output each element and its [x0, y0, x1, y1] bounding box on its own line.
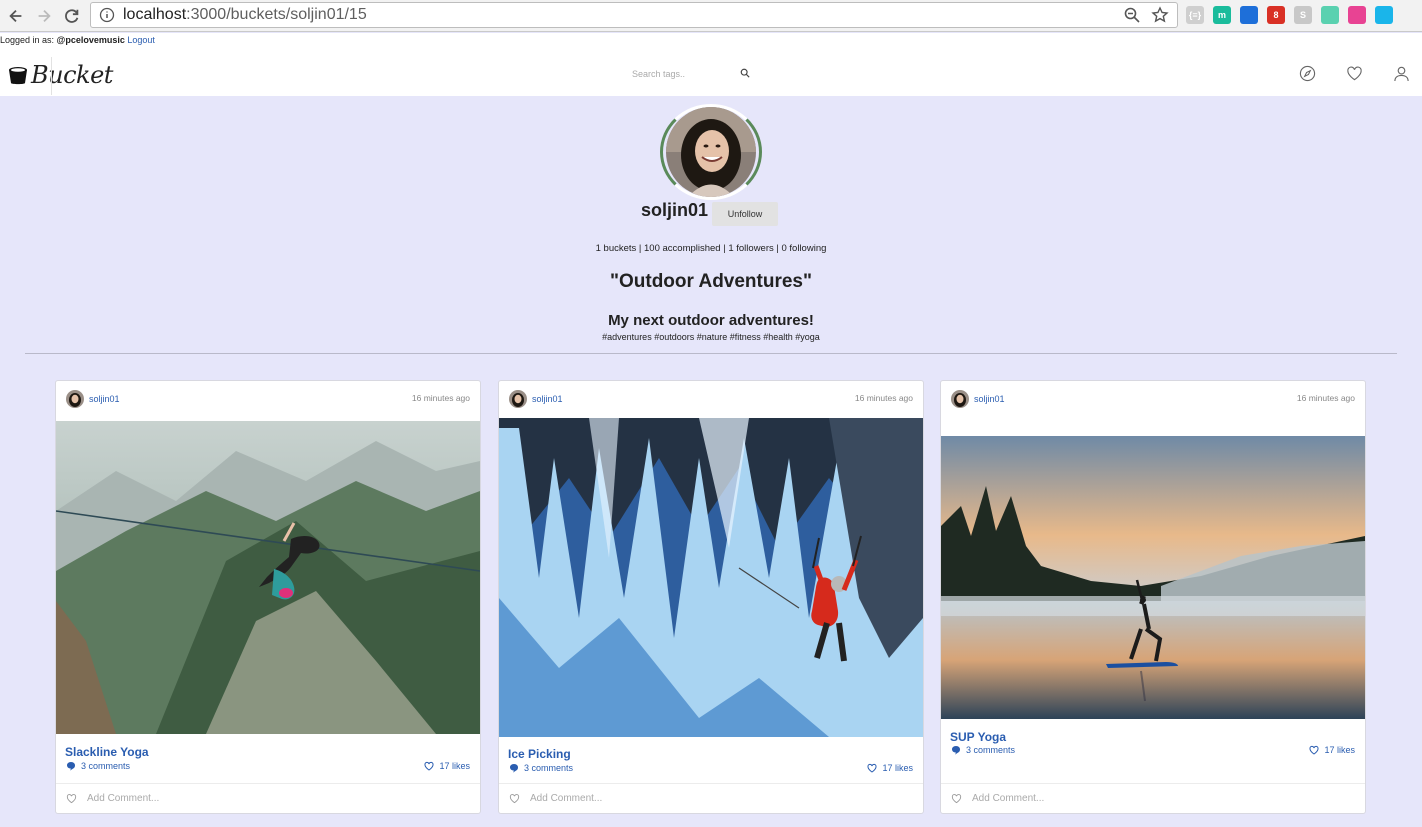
- card-likes[interactable]: 17 likes: [867, 763, 913, 773]
- unfollow-button[interactable]: Unfollow: [712, 202, 778, 226]
- card-user[interactable]: soljin01: [66, 390, 120, 408]
- comment-icon: [510, 764, 518, 773]
- card-timestamp: 16 minutes ago: [411, 393, 470, 403]
- skype-icon[interactable]: S: [1294, 6, 1312, 24]
- card-username: soljin01: [532, 394, 563, 404]
- app-header: Bucket: [0, 47, 1422, 96]
- card-image[interactable]: [499, 418, 923, 737]
- bucket-icon: [9, 67, 27, 85]
- likes-count: 17 likes: [882, 763, 913, 773]
- eyedropper-icon[interactable]: [1375, 6, 1393, 24]
- card-timestamp: 16 minutes ago: [854, 393, 913, 403]
- profile-username: soljin01: [641, 200, 709, 220]
- header-actions: [1299, 65, 1410, 82]
- card-username: soljin01: [974, 394, 1005, 404]
- todoist-icon[interactable]: 8: [1267, 6, 1285, 24]
- section-divider: [25, 353, 1397, 354]
- card-likes[interactable]: 17 likes: [424, 761, 470, 771]
- add-comment-input[interactable]: [530, 793, 910, 804]
- brand-name: Bucket: [31, 61, 113, 89]
- search-input[interactable]: [632, 69, 740, 79]
- brand-logo[interactable]: Bucket: [7, 61, 113, 89]
- avatar[interactable]: [666, 107, 756, 197]
- card-title[interactable]: Slackline Yoga: [65, 745, 149, 759]
- likes-count: 17 likes: [1324, 745, 1355, 755]
- login-status: Logged in as: @pcelovemusic Logout: [0, 33, 1422, 47]
- forward-icon[interactable]: [32, 4, 56, 28]
- like-heart-icon[interactable]: [66, 793, 77, 804]
- bucket-item-card: soljin01 16 minutes ago SUP Yoga 3 comme…: [940, 380, 1366, 814]
- card-avatar: [509, 390, 527, 408]
- card-image[interactable]: [941, 436, 1365, 719]
- login-prefix: Logged in as:: [0, 35, 57, 45]
- add-comment-input[interactable]: [87, 793, 467, 804]
- bucket-item-card: soljin01 16 minutes ago Slackline Yoga 3…: [55, 380, 481, 814]
- likes-count: 17 likes: [439, 761, 470, 771]
- back-icon[interactable]: [4, 4, 28, 28]
- heart-icon: [424, 761, 434, 771]
- heart-icon: [1309, 745, 1319, 755]
- comment-icon: [67, 762, 75, 771]
- logout-link[interactable]: Logout: [127, 35, 155, 45]
- card-avatar: [951, 390, 969, 408]
- comment-bar: [56, 783, 480, 813]
- card-comments[interactable]: 3 comments: [509, 763, 573, 773]
- bucket-title: "Outdoor Adventures": [609, 271, 813, 292]
- card-title[interactable]: SUP Yoga: [950, 730, 1006, 744]
- heart-icon[interactable]: [1346, 65, 1363, 82]
- json-icon[interactable]: {≡}: [1186, 6, 1204, 24]
- heart-icon: [867, 763, 877, 773]
- card-likes[interactable]: 17 likes: [1309, 745, 1355, 755]
- like-heart-icon[interactable]: [509, 793, 520, 804]
- card-timestamp: 16 minutes ago: [1296, 393, 1355, 403]
- card-avatar: [66, 390, 84, 408]
- login-handle: @pcelovemusic: [56, 35, 125, 45]
- bucket-item-card: soljin01 16 minutes ago Ice Picking 3 co…: [498, 380, 924, 814]
- zoom-icon[interactable]: [1123, 6, 1141, 24]
- reload-icon[interactable]: [60, 4, 84, 28]
- like-heart-icon[interactable]: [951, 793, 962, 804]
- extensions-bar: {≡} m 8 S: [1186, 6, 1393, 24]
- compass-icon[interactable]: [1299, 65, 1316, 82]
- comment-icon: [952, 746, 960, 755]
- window-icon[interactable]: [1240, 6, 1258, 24]
- card-comments[interactable]: 3 comments: [66, 761, 130, 771]
- info-icon[interactable]: [99, 7, 115, 23]
- color-wheel-icon[interactable]: [1348, 6, 1366, 24]
- comments-count: 3 comments: [966, 745, 1016, 755]
- comments-count: 3 comments: [524, 763, 574, 773]
- card-user[interactable]: soljin01: [509, 390, 563, 408]
- url-path: :3000/buckets/soljin01/15: [186, 6, 367, 23]
- star-icon[interactable]: [1151, 6, 1169, 24]
- url-host: localhost: [123, 6, 187, 23]
- waveform-icon[interactable]: [1321, 6, 1339, 24]
- bucket-tags: #adventures #outdoors #nature #fitness #…: [602, 332, 820, 342]
- add-comment-input[interactable]: [972, 793, 1352, 804]
- m-icon[interactable]: m: [1213, 6, 1231, 24]
- search-bar: [632, 65, 762, 83]
- url-text: localhost:3000/buckets/soljin01/15: [123, 6, 367, 24]
- profile-stats: 1 buckets | 100 accomplished | 1 followe…: [595, 243, 827, 254]
- browser-toolbar: localhost:3000/buckets/soljin01/15 {≡} m 8…: [0, 0, 1422, 32]
- address-bar[interactable]: localhost:3000/buckets/soljin01/15: [90, 2, 1178, 28]
- user-icon[interactable]: [1393, 65, 1410, 82]
- search-icon[interactable]: [740, 65, 750, 83]
- comment-bar: [941, 783, 1365, 813]
- comments-count: 3 comments: [81, 761, 131, 771]
- card-comments[interactable]: 3 comments: [951, 745, 1015, 755]
- bucket-description: My next outdoor adventures!: [608, 312, 814, 329]
- card-username: soljin01: [89, 394, 120, 404]
- card-title[interactable]: Ice Picking: [508, 747, 571, 761]
- comment-bar: [499, 783, 923, 813]
- card-user[interactable]: soljin01: [951, 390, 1005, 408]
- brand-divider: [51, 57, 52, 95]
- card-image[interactable]: [56, 421, 480, 734]
